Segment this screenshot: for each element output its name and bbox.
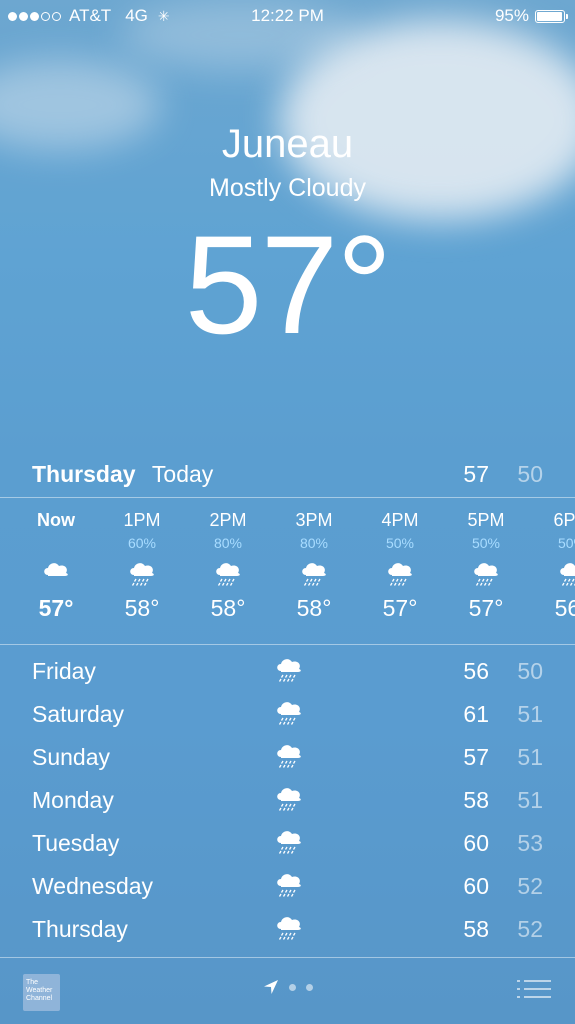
hour-label: 6PM xyxy=(553,510,575,530)
rain-cloud-icon xyxy=(277,659,301,682)
day-name: Friday xyxy=(32,658,96,684)
city-name: Juneau xyxy=(221,122,354,166)
hourly-item: 1PM 60% 58° xyxy=(102,498,182,622)
hourly-item: 6PM 50% 56° xyxy=(532,498,575,622)
hour-label: 2PM xyxy=(209,510,247,530)
hour-label: Now xyxy=(37,510,75,530)
day-name: Sunday xyxy=(32,744,111,770)
hourly-forecast-scroller[interactable]: Now 57° 1PM 60% 58° 2PM 80% 58° 3PM 80% 58° 4PM 50% 5… xyxy=(0,498,575,644)
rain-cloud-icon xyxy=(277,917,301,940)
hour-temperature: 57° xyxy=(382,595,418,621)
location-arrow-icon xyxy=(263,980,278,994)
list-icon[interactable] xyxy=(517,979,551,1001)
day-high: 58 xyxy=(463,787,489,813)
hour-temperature: 57° xyxy=(468,595,504,621)
battery-icon xyxy=(535,9,568,23)
day-high: 57 xyxy=(463,744,489,770)
hourly-item: 3PM 80% 58° xyxy=(274,498,354,622)
precip-chance: 80% xyxy=(213,535,243,551)
daily-row: Monday 58 51 xyxy=(32,779,545,819)
day-name: Tuesday xyxy=(32,830,120,856)
today-summary: Thursday Today 57 50 xyxy=(32,461,545,493)
hour-label: 1PM xyxy=(123,510,161,530)
day-low: 50 xyxy=(517,658,543,684)
hour-temperature: 58° xyxy=(124,595,160,621)
today-label: Today xyxy=(151,461,214,487)
hour-temperature: 57° xyxy=(38,595,74,621)
rain-cloud-icon xyxy=(277,831,301,854)
precip-chance: 50% xyxy=(557,535,575,551)
daily-row: Thursday 58 52 xyxy=(32,908,545,948)
today-day: Thursday xyxy=(32,461,136,487)
precip-chance xyxy=(16,535,96,553)
precip-chance: 50% xyxy=(385,535,415,551)
daily-row: Wednesday 60 52 xyxy=(32,865,545,905)
hourly-item: 4PM 50% 57° xyxy=(360,498,440,622)
precip-chance: 50% xyxy=(471,535,501,551)
day-high: 56 xyxy=(463,658,489,684)
hour-label: 3PM xyxy=(295,510,333,530)
hourly-item: Now 57° xyxy=(16,498,96,622)
day-name: Saturday xyxy=(32,701,125,727)
hourly-item: 2PM 80% 58° xyxy=(188,498,268,622)
hourly-item: 5PM 50% 57° xyxy=(446,498,526,622)
day-high: 60 xyxy=(463,873,489,899)
day-low: 51 xyxy=(517,787,543,813)
day-low: 52 xyxy=(517,916,543,942)
cloud-icon xyxy=(44,563,68,576)
day-low: 52 xyxy=(517,873,543,899)
daily-row: Sunday 57 51 xyxy=(32,736,545,776)
day-low: 51 xyxy=(517,744,543,770)
hour-label: 5PM xyxy=(467,510,505,530)
daily-row: Tuesday 60 53 xyxy=(32,822,545,862)
rain-cloud-icon xyxy=(302,563,326,586)
rain-cloud-icon xyxy=(216,563,240,586)
rain-cloud-icon xyxy=(277,702,301,725)
day-low: 53 xyxy=(517,830,543,856)
page-dot xyxy=(288,983,296,991)
rain-cloud-icon xyxy=(474,563,498,586)
rain-cloud-icon xyxy=(277,788,301,811)
rain-cloud-icon xyxy=(560,563,575,586)
page-indicator[interactable] xyxy=(0,979,575,995)
bottom-toolbar: The Weather Channel xyxy=(0,957,575,1024)
rain-cloud-icon xyxy=(130,563,154,586)
day-name: Monday xyxy=(32,787,114,813)
divider xyxy=(0,644,575,645)
daily-row: Friday 56 50 xyxy=(32,650,545,690)
day-name: Thursday xyxy=(32,916,128,942)
hour-temperature: 58° xyxy=(210,595,246,621)
status-bar: AT&T 4G ✳ 12:22 PM 95% xyxy=(0,0,575,34)
hour-temperature: 56° xyxy=(554,595,575,621)
status-time: 12:22 PM xyxy=(251,6,324,25)
precip-chance: 60% xyxy=(127,535,157,551)
current-temperature: 57° xyxy=(184,206,393,363)
rain-cloud-icon xyxy=(388,563,412,586)
day-low: 51 xyxy=(517,701,543,727)
today-low: 50 xyxy=(517,461,543,487)
day-name: Wednesday xyxy=(32,873,154,899)
hour-temperature: 58° xyxy=(296,595,332,621)
rain-cloud-icon xyxy=(277,745,301,768)
day-high: 58 xyxy=(463,916,489,942)
today-high: 57 xyxy=(463,461,489,487)
current-condition: Mostly Cloudy xyxy=(209,174,366,202)
page-dot xyxy=(305,983,313,991)
day-high: 60 xyxy=(463,830,489,856)
hour-label: 4PM xyxy=(381,510,419,530)
precip-chance: 80% xyxy=(299,535,329,551)
battery-percent: 95% xyxy=(494,6,529,25)
day-high: 61 xyxy=(463,701,489,727)
daily-row: Saturday 61 51 xyxy=(32,693,545,733)
rain-cloud-icon xyxy=(277,874,301,897)
